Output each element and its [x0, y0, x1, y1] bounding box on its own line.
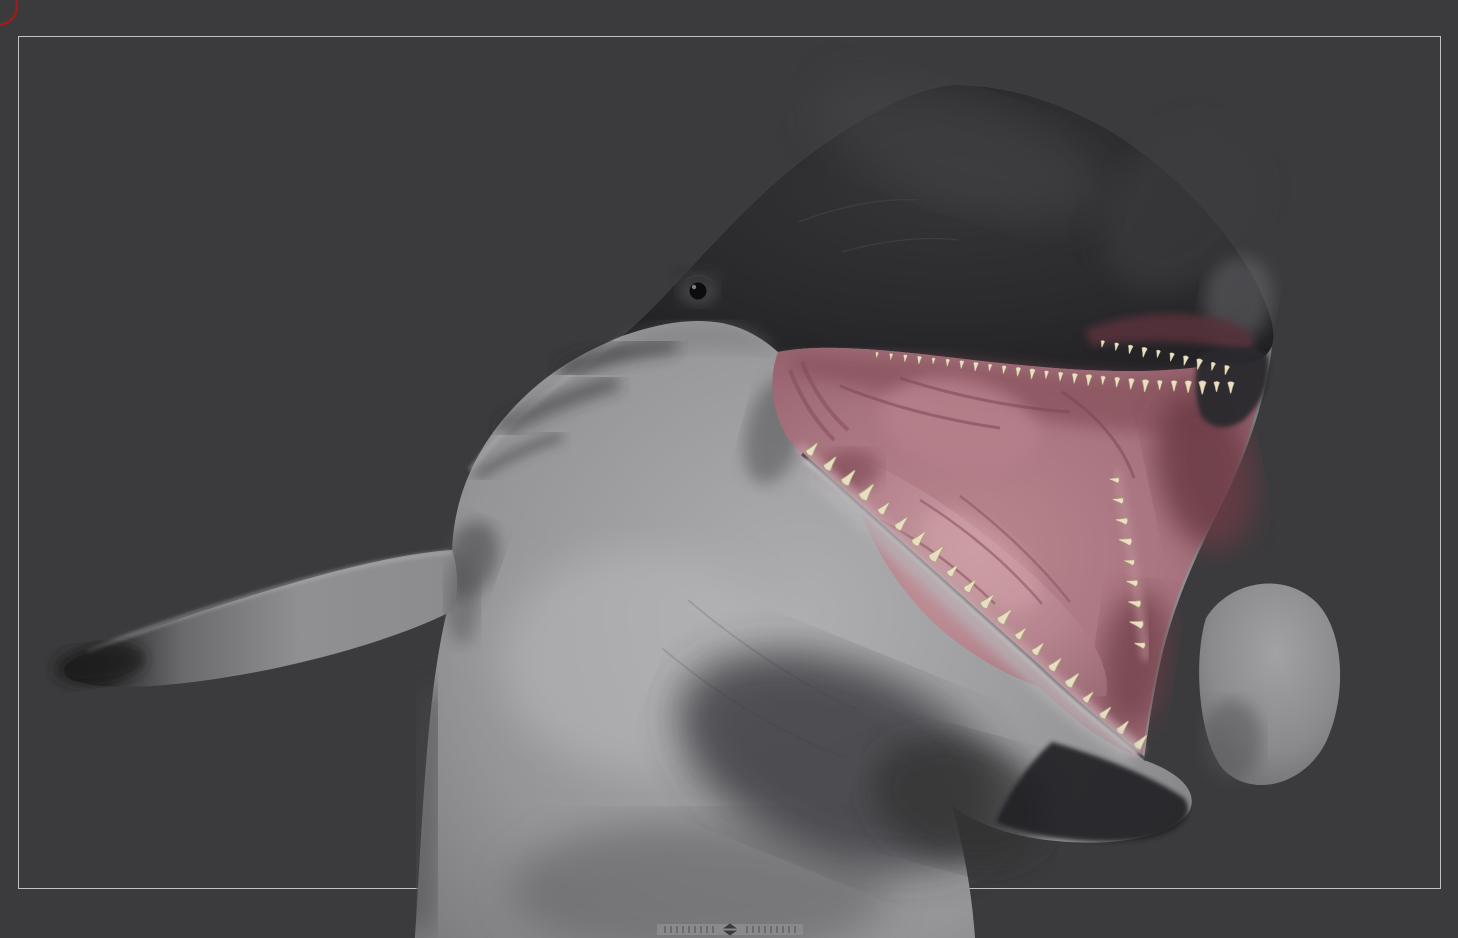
viewport-canvas[interactable] [0, 0, 1458, 938]
bottom-splitter-handle[interactable] [657, 923, 803, 936]
app-window [0, 0, 1458, 938]
viewport-background [0, 0, 1458, 938]
